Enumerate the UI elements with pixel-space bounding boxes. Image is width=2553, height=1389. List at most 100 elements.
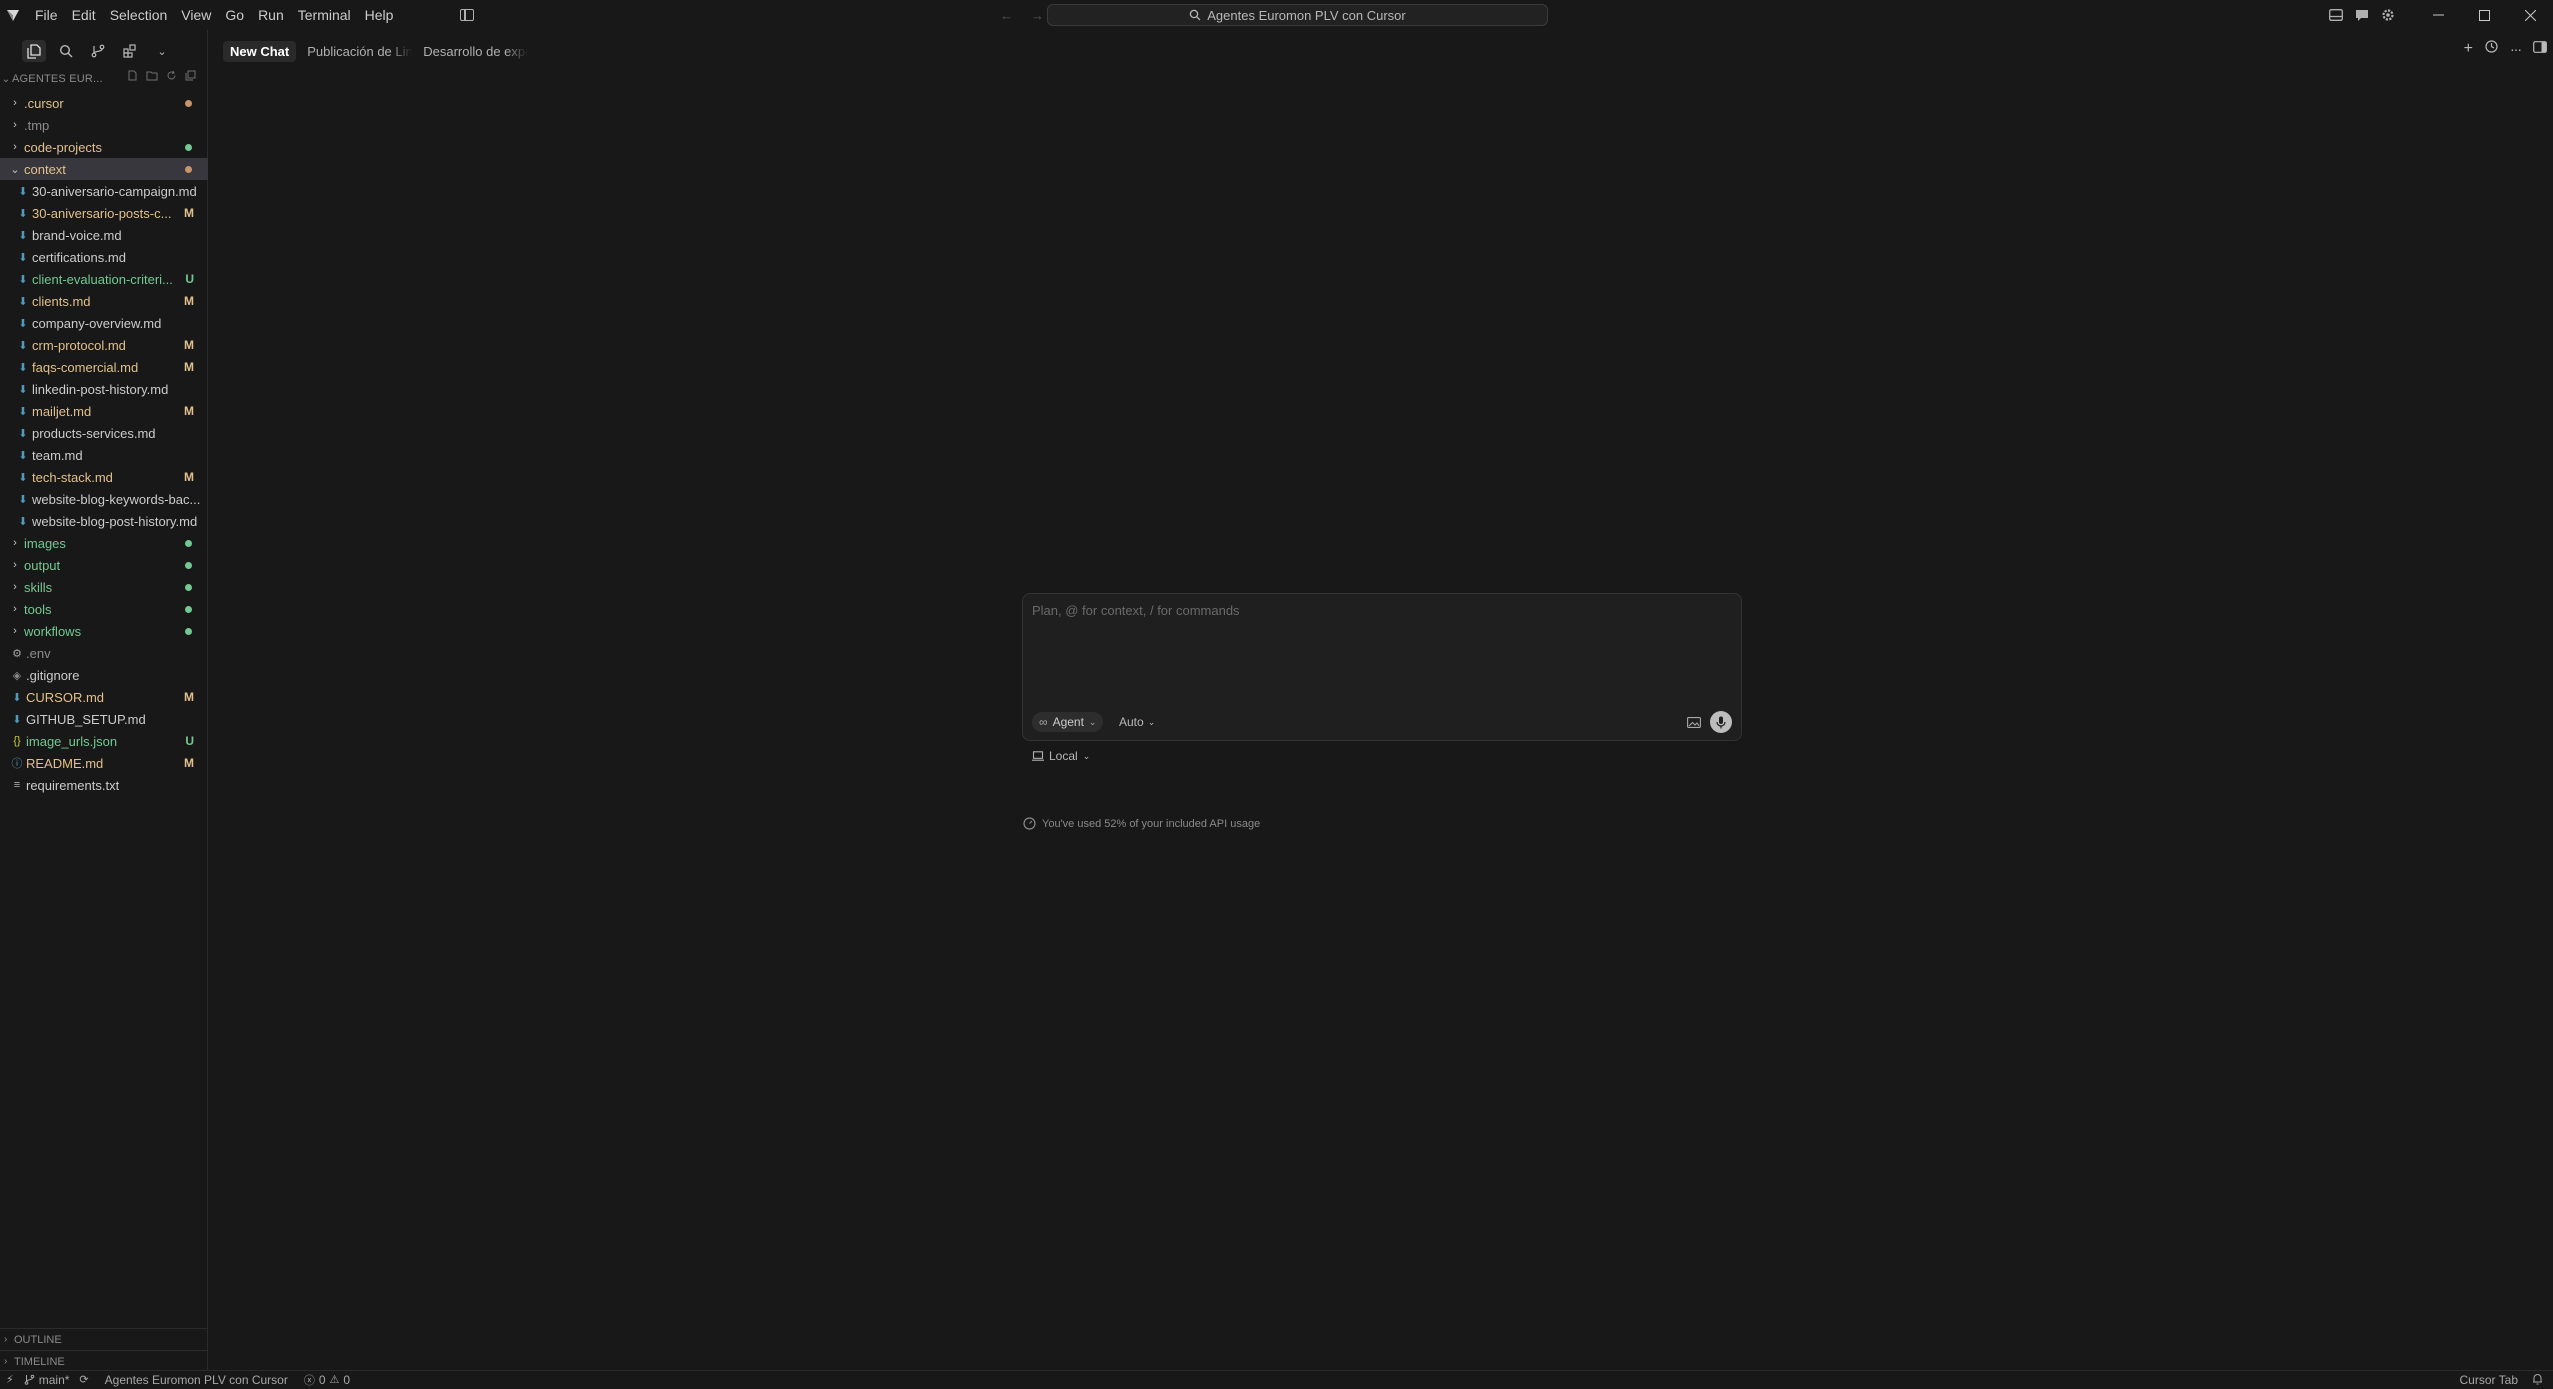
- collapse-all-icon[interactable]: [185, 70, 196, 84]
- tree-file[interactable]: ⬇ team.md: [0, 444, 208, 466]
- menu-go[interactable]: Go: [218, 0, 251, 30]
- close-button[interactable]: [2507, 0, 2553, 30]
- menu-terminal[interactable]: Terminal: [291, 0, 358, 30]
- outline-section[interactable]: › OUTLINE: [0, 1328, 208, 1350]
- tree-file[interactable]: ⬇ crm-protocol.md M: [0, 334, 208, 356]
- command-center-search[interactable]: Agentes Euromon PLV con Cursor: [1047, 4, 1548, 26]
- tab-actions: + ···: [2464, 40, 2547, 58]
- toggle-panel-icon[interactable]: [2323, 0, 2349, 30]
- git-status-badge: M: [184, 690, 194, 704]
- tree-file[interactable]: ⬇ CURSOR.md M: [0, 686, 208, 708]
- tree-file[interactable]: ⚙ .env: [0, 642, 208, 664]
- chat-input-placeholder[interactable]: Plan, @ for context, / for commands: [1032, 603, 1240, 618]
- toggle-secondary-sidebar-icon[interactable]: [2533, 40, 2547, 58]
- back-arrow-icon[interactable]: ←: [1000, 8, 1013, 23]
- extensions-icon[interactable]: [118, 40, 142, 62]
- history-clock-icon[interactable]: [2485, 40, 2498, 58]
- more-options-icon[interactable]: ···: [2510, 41, 2522, 57]
- menu-edit[interactable]: Edit: [65, 0, 103, 30]
- settings-gear-icon[interactable]: [2375, 0, 2401, 30]
- tree-folder[interactable]: › code-projects: [0, 136, 208, 158]
- problems-indicator[interactable]: ⓧ 0 ⚠ 0: [304, 1372, 350, 1388]
- tree-file[interactable]: ≡ requirements.txt: [0, 774, 208, 796]
- markdown-file-icon: ⬇: [18, 361, 28, 374]
- tree-folder[interactable]: › .tmp: [0, 114, 208, 136]
- tree-file[interactable]: ⬇ 30-aniversario-campaign.md: [0, 180, 208, 202]
- tree-file[interactable]: ⬇ linkedin-post-history.md: [0, 378, 208, 400]
- chevron-down-icon: ⌄: [1147, 716, 1156, 727]
- tree-item-label: .env: [26, 645, 51, 661]
- minimize-button[interactable]: [2415, 0, 2461, 30]
- search-icon[interactable]: [54, 40, 78, 62]
- tree-file[interactable]: ⬇ 30-aniversario-posts-c... M: [0, 202, 208, 224]
- source-control-icon[interactable]: [86, 40, 110, 62]
- microphone-button[interactable]: [1710, 711, 1732, 733]
- tree-file[interactable]: ⬇ company-overview.md: [0, 312, 208, 334]
- tree-file[interactable]: ⬇ mailjet.md M: [0, 400, 208, 422]
- tree-file[interactable]: ◈ .gitignore: [0, 664, 208, 686]
- new-chat-plus-icon[interactable]: +: [2464, 40, 2473, 58]
- attach-image-icon[interactable]: [1685, 713, 1703, 731]
- agent-mode-select[interactable]: ∞ Agent ⌄: [1032, 712, 1104, 732]
- tree-file[interactable]: ⬇ GITHUB_SETUP.md: [0, 708, 208, 730]
- menu-selection[interactable]: Selection: [103, 0, 175, 30]
- tree-folder[interactable]: ⌄ context: [0, 158, 208, 180]
- tree-file[interactable]: ⬇ client-evaluation-criteri... U: [0, 268, 208, 290]
- markdown-file-icon: ⬇: [18, 185, 28, 198]
- menu-help[interactable]: Help: [358, 0, 401, 30]
- tree-item-label: .tmp: [24, 117, 50, 133]
- tree-folder[interactable]: › tools: [0, 598, 208, 620]
- menu-run[interactable]: Run: [251, 0, 291, 30]
- infinity-icon: ∞: [1039, 715, 1048, 729]
- tab-expositor[interactable]: Desarrollo de expositor: [416, 41, 528, 62]
- explorer-header[interactable]: ⌄ AGENTES EUR...: [0, 70, 208, 88]
- tree-file[interactable]: ⬇ certifications.md: [0, 246, 208, 268]
- remote-indicator[interactable]: ⚡︎: [6, 1373, 14, 1386]
- sync-icon[interactable]: ⟳: [79, 1373, 88, 1386]
- tree-folder[interactable]: › output: [0, 554, 208, 576]
- chat-icon[interactable]: [2349, 0, 2375, 30]
- chevron-right-icon: ›: [13, 141, 17, 153]
- model-select[interactable]: Auto ⌄: [1119, 712, 1155, 732]
- tree-folder[interactable]: › skills: [0, 576, 208, 598]
- tree-file[interactable]: {} image_urls.json U: [0, 730, 208, 752]
- refresh-icon[interactable]: [166, 70, 177, 84]
- tree-file[interactable]: ⬇ tech-stack.md M: [0, 466, 208, 488]
- tree-item-label: GITHUB_SETUP.md: [26, 711, 146, 727]
- tree-file[interactable]: ⬇ brand-voice.md: [0, 224, 208, 246]
- git-status-badge: M: [184, 404, 194, 418]
- forward-arrow-icon[interactable]: →: [1031, 8, 1044, 23]
- tree-item-label: website-blog-post-history.md: [32, 513, 198, 529]
- tree-folder[interactable]: › workflows: [0, 620, 208, 642]
- tree-file[interactable]: ⬇ website-blog-post-history.md: [0, 510, 208, 532]
- menu-view[interactable]: View: [174, 0, 218, 30]
- status-bar: ⚡︎ main* ⟳ Agentes Euromon PLV con Curso…: [0, 1370, 2553, 1388]
- toggle-sidebar-icon[interactable]: [460, 9, 475, 21]
- maximize-button[interactable]: [2461, 0, 2507, 30]
- tree-file[interactable]: ⬇ products-services.md: [0, 422, 208, 444]
- tree-file[interactable]: ⬇ website-blog-keywords-bac...: [0, 488, 208, 510]
- cursor-tab-status[interactable]: Cursor Tab: [2460, 1373, 2518, 1387]
- new-file-icon[interactable]: [127, 70, 138, 84]
- tree-folder[interactable]: › images: [0, 532, 208, 554]
- chevron-down-icon[interactable]: ⌄: [150, 40, 174, 62]
- git-status-dot: [185, 561, 192, 569]
- tree-file[interactable]: ⬇ faqs-comercial.md M: [0, 356, 208, 378]
- new-folder-icon[interactable]: [146, 70, 158, 84]
- bell-icon[interactable]: [2532, 1373, 2543, 1388]
- tab-new-chat[interactable]: New Chat: [223, 40, 297, 62]
- chat-input-box[interactable]: Plan, @ for context, / for commands ∞ Ag…: [1022, 593, 1742, 741]
- tab-linkedin[interactable]: Publicación de LinkedIn: [300, 41, 412, 62]
- timeline-section[interactable]: › TIMELINE: [0, 1350, 208, 1372]
- markdown-file-icon: ⬇: [18, 471, 28, 484]
- environment-select[interactable]: Local ⌄: [1032, 749, 1090, 763]
- workspace-indicator[interactable]: Agentes Euromon PLV con Cursor: [105, 1373, 288, 1387]
- branch-indicator[interactable]: main* ⟳: [24, 1373, 89, 1387]
- tree-file[interactable]: ⓘ README.md M: [0, 752, 208, 774]
- menu-file[interactable]: File: [28, 0, 65, 30]
- tree-file[interactable]: ⬇ clients.md M: [0, 290, 208, 312]
- environment-label: Local: [1049, 749, 1078, 763]
- tree-folder[interactable]: › .cursor: [0, 92, 208, 114]
- tree-item-label: crm-protocol.md: [32, 337, 126, 353]
- explorer-files-icon[interactable]: [22, 40, 46, 62]
